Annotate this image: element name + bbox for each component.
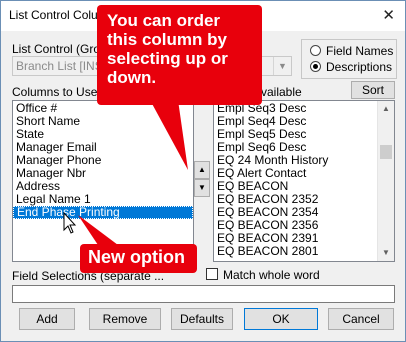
new-option-callout-text: New option — [88, 247, 185, 267]
order-callout-pointer — [150, 100, 188, 170]
order-callout: You can order this column by selecting u… — [97, 5, 262, 105]
new-option-callout: New option — [80, 244, 197, 273]
mouse-pointer-icon — [63, 211, 77, 234]
order-callout-text: You can order this column by selecting u… — [107, 11, 228, 88]
